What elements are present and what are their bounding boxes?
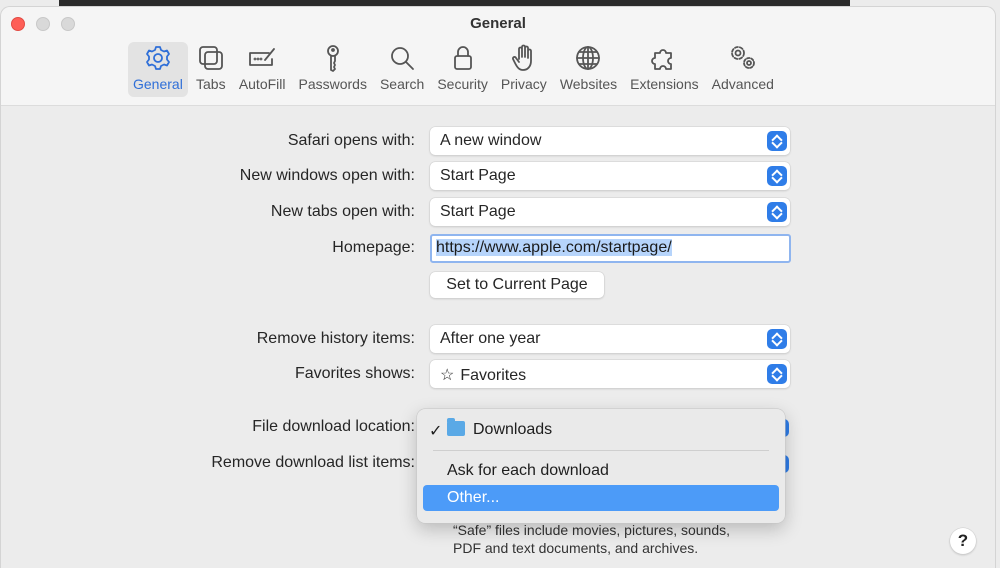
star-icon: ☆ [440,367,455,384]
safari-opens-popup[interactable]: A new window [430,127,790,155]
popup-value: Favorites [460,367,527,384]
new-windows-popup[interactable]: Start Page [430,162,790,190]
safari-opens-row: Safari opens with: A new window [1,127,995,155]
tabs-icon [198,46,223,70]
popup-value: A new window [440,132,542,149]
tab-security[interactable]: Security [432,42,493,97]
window-title: General [470,15,526,32]
tab-label: Tabs [196,76,226,92]
preferences-tabs: General Tabs AutoFill Passwords Search S… [128,42,782,97]
folder-icon [447,418,465,436]
tab-advanced[interactable]: Advanced [707,42,779,97]
safe-files-note: “Safe” files include movies, pictures, s… [453,521,730,557]
preferences-window: General General Tabs AutoFill Passwords … [0,6,996,568]
note-line: PDF and text documents, and archives. [453,540,699,556]
chevron-updown-icon [767,166,787,186]
gears-icon [730,46,755,69]
new-tabs-row: New tabs open with: Start Page [1,198,995,226]
download-location-menu: ✓ Downloads Ask for each download Other.… [417,409,785,523]
help-button[interactable]: ? [950,528,976,554]
download-location-label: File download location: [252,418,415,435]
set-to-current-page-button[interactable]: Set to Current Page [430,272,604,298]
remove-history-label: Remove history items: [256,330,415,347]
hand-icon [511,44,532,71]
tab-label: Websites [559,76,618,92]
homepage-value: https://www.apple.com/startpage/ [436,239,672,256]
safari-opens-label: Safari opens with: [287,132,415,149]
new-windows-row: New windows open with: Start Page [1,162,995,190]
menu-item-label: Ask for each download [447,462,609,479]
homepage-label: Homepage: [332,239,415,256]
tab-privacy[interactable]: Privacy [496,42,552,97]
tab-label: General [133,76,183,92]
tab-tabs[interactable]: Tabs [191,42,231,97]
tab-search[interactable]: Search [375,42,429,97]
tab-general[interactable]: General [128,42,188,97]
favorites-row: Favorites shows: ☆ Favorites [1,360,995,388]
gear-icon [146,46,170,70]
remove-history-row: Remove history items: After one year [1,325,995,353]
tab-label: Passwords [298,76,367,92]
popup-value: Start Page [440,203,516,220]
tab-websites[interactable]: Websites [555,42,622,97]
tab-label: Security [437,76,488,92]
popup-value: Start Page [440,167,516,184]
chevron-updown-icon [767,364,787,384]
set-current-row: Set to Current Page [1,272,995,300]
menu-separator [433,450,769,451]
chevron-updown-icon [767,202,787,222]
homepage-input[interactable]: https://www.apple.com/startpage/ [430,234,791,263]
tab-label: Privacy [500,76,547,92]
globe-icon [576,46,601,70]
remove-download-label: Remove download list items: [211,454,415,471]
key-icon [326,45,339,72]
checkmark-icon: ✓ [429,423,443,440]
favorites-popup[interactable]: ☆ Favorites [430,360,790,388]
menu-item-label: Downloads [473,421,553,438]
tab-passwords[interactable]: Passwords [294,42,372,97]
chevron-updown-icon [767,329,787,349]
new-windows-label: New windows open with: [239,167,415,184]
lock-icon [453,46,472,70]
homepage-row: Homepage: https://www.apple.com/startpag… [1,234,995,263]
remove-history-popup[interactable]: After one year [430,325,790,353]
menu-item-other[interactable]: Other... [423,485,779,511]
popup-value: After one year [440,330,541,347]
new-tabs-label: New tabs open with: [270,203,415,220]
tab-label: Advanced [711,76,774,92]
menu-item-label: Other... [447,489,500,506]
menu-item-downloads[interactable]: ✓ Downloads [423,417,779,443]
favorites-label: Favorites shows: [294,365,415,382]
note-line: “Safe” files include movies, pictures, s… [453,522,731,538]
tab-label: Search [379,76,425,92]
tab-label: AutoFill [238,76,286,92]
toolbar: General General Tabs AutoFill Passwords … [1,7,995,106]
tab-extensions[interactable]: Extensions [625,42,703,97]
puzzle-icon [651,49,673,70]
menu-item-ask[interactable]: Ask for each download [423,458,779,484]
search-icon [391,47,415,70]
tab-label: Extensions [630,76,699,92]
tab-autofill[interactable]: AutoFill [234,42,291,97]
new-tabs-popup[interactable]: Start Page [430,198,790,226]
autofill-icon [249,48,276,66]
chevron-updown-icon [767,131,787,151]
